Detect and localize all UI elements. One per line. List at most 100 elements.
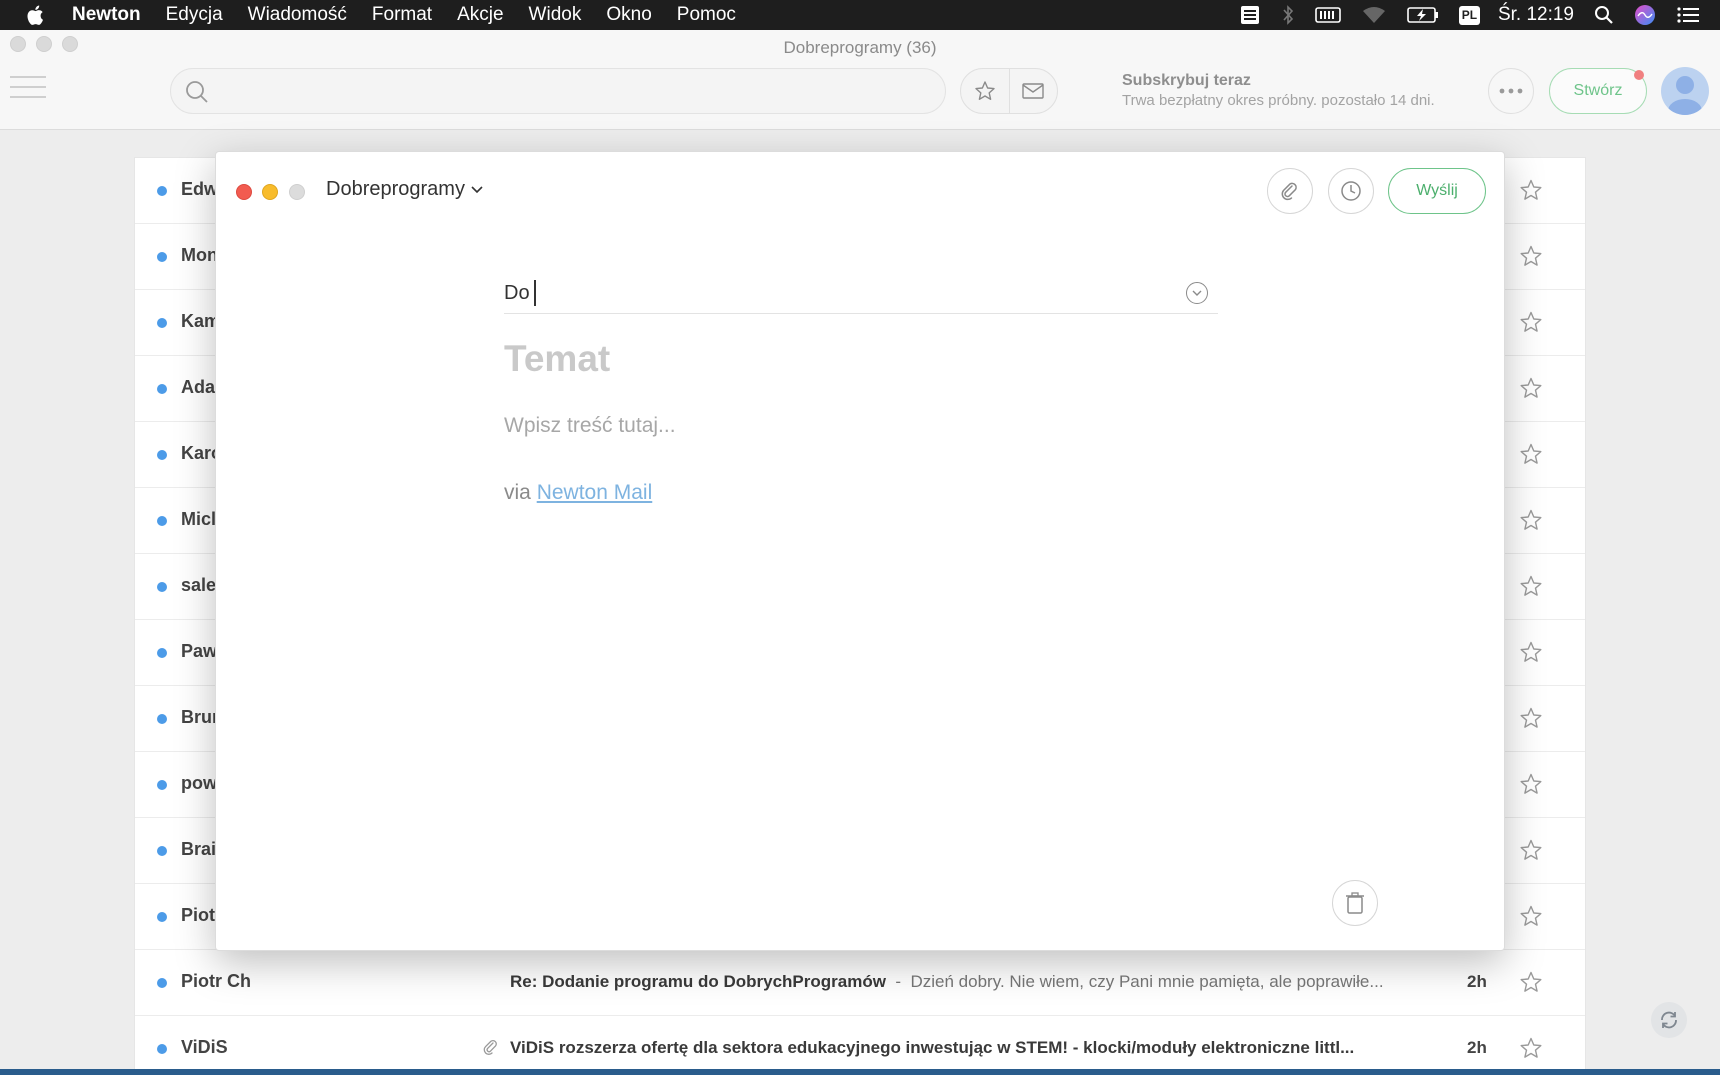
expand-recipients-button[interactable] xyxy=(1186,282,1208,304)
star-toggle-icon[interactable] xyxy=(1519,508,1543,537)
message-row[interactable]: ViDiS ViDiS rozszerza ofertę dla sektora … xyxy=(135,1016,1585,1075)
menu-bar: Newton Edycja Wiadomość Format Akcje Wid… xyxy=(0,0,1720,30)
message-sender: Mon xyxy=(181,245,218,265)
search-bar[interactable] xyxy=(170,68,946,114)
signature-prefix: via xyxy=(504,481,531,504)
unread-dot xyxy=(157,912,167,922)
menu-window[interactable]: Okno xyxy=(606,4,651,26)
filter-group xyxy=(960,68,1058,114)
discard-draft-button[interactable] xyxy=(1332,880,1378,926)
unread-dot xyxy=(157,1044,167,1054)
message-sender: Edw xyxy=(181,179,219,199)
send-button[interactable]: Wyślij xyxy=(1388,168,1486,214)
siri-icon[interactable] xyxy=(1634,4,1656,26)
mail-icon xyxy=(1022,83,1045,99)
notes-icon[interactable] xyxy=(1239,5,1261,25)
refresh-icon xyxy=(1661,1011,1677,1029)
star-toggle-icon[interactable] xyxy=(1519,970,1543,999)
message-sender: ViDiS xyxy=(181,1037,228,1057)
attachment-icon xyxy=(483,1039,499,1062)
message-preview-separator: - xyxy=(885,972,911,991)
account-name: Dobreprogramy xyxy=(326,178,465,200)
compose-button[interactable]: Stwórz xyxy=(1549,68,1647,114)
unread-filter-button[interactable] xyxy=(1008,69,1057,113)
subject-field[interactable]: Temat xyxy=(504,338,610,380)
compose-minimize-button[interactable] xyxy=(262,184,278,200)
compose-zoom-button[interactable] xyxy=(289,184,305,200)
window-toolbar: Dobreprogramy (36) Subskrybuj teraz Trwa… xyxy=(0,30,1720,130)
desktop-background xyxy=(0,1069,1720,1075)
menu-message[interactable]: Wiadomość xyxy=(248,4,347,26)
notification-center-icon[interactable] xyxy=(1676,6,1700,24)
message-sender: Piot xyxy=(181,905,215,925)
menubar-clock[interactable]: Śr. 12:19 xyxy=(1498,4,1574,26)
unread-dot xyxy=(157,846,167,856)
message-time: 2h xyxy=(1467,972,1487,991)
attach-button[interactable] xyxy=(1267,168,1313,214)
star-toggle-icon[interactable] xyxy=(1519,772,1543,801)
starred-filter-button[interactable] xyxy=(961,69,1009,113)
star-toggle-icon[interactable] xyxy=(1519,574,1543,603)
paperclip-icon xyxy=(1281,182,1297,201)
subscribe-subtitle: Trwa bezpłatny okres próbny. pozostało 1… xyxy=(1122,92,1435,109)
star-toggle-icon[interactable] xyxy=(1519,376,1543,405)
star-toggle-icon[interactable] xyxy=(1519,442,1543,471)
unread-dot xyxy=(157,780,167,790)
star-toggle-icon[interactable] xyxy=(1519,178,1543,207)
to-input[interactable] xyxy=(540,276,1160,308)
unread-dot xyxy=(157,252,167,262)
more-options-button[interactable] xyxy=(1488,68,1534,114)
message-sender: Ada xyxy=(181,377,216,397)
notification-dot xyxy=(1634,70,1644,80)
status-area: PL Śr. 12:19 xyxy=(1219,0,1720,30)
wifi-icon[interactable] xyxy=(1361,5,1387,25)
message-subject: Re: Dodanie programu do DobrychProgramów xyxy=(510,972,886,991)
user-avatar[interactable] xyxy=(1661,67,1709,115)
menu-format[interactable]: Format xyxy=(372,4,432,26)
star-toggle-icon[interactable] xyxy=(1519,244,1543,273)
newton-mail-link[interactable]: Newton Mail xyxy=(537,481,653,504)
sidebar-menu-icon[interactable] xyxy=(10,76,46,104)
subscribe-title: Subskrybuj teraz xyxy=(1122,72,1251,89)
message-summary: ViDiS rozszerza ofertę dla sektora eduka… xyxy=(510,1038,1420,1058)
memory-icon[interactable] xyxy=(1315,6,1341,24)
subscription-banner[interactable]: Subskrybuj teraz Trwa bezpłatny okres pr… xyxy=(1122,72,1435,109)
menu-help[interactable]: Pomoc xyxy=(677,4,736,26)
message-subject: ViDiS rozszerza ofertę dla sektora eduka… xyxy=(510,1038,1355,1057)
battery-icon[interactable] xyxy=(1407,6,1439,24)
star-toggle-icon[interactable] xyxy=(1519,1036,1543,1065)
message-sender: pow xyxy=(181,773,217,793)
body-editor[interactable]: Wpisz treść tutaj... xyxy=(504,414,676,438)
unread-dot xyxy=(157,648,167,658)
menu-view[interactable]: Widok xyxy=(529,4,582,26)
apple-icon[interactable] xyxy=(26,4,52,26)
spotlight-search-icon[interactable] xyxy=(1594,5,1614,25)
message-sender: Micl xyxy=(181,509,217,529)
star-toggle-icon[interactable] xyxy=(1519,310,1543,339)
message-sender: Piotr Ch xyxy=(181,971,251,991)
account-selector[interactable]: Dobreprogramy xyxy=(326,178,483,201)
star-toggle-icon[interactable] xyxy=(1519,838,1543,867)
unread-dot xyxy=(157,582,167,592)
search-icon xyxy=(185,80,209,109)
message-row[interactable]: Piotr Ch Re: Dodanie programu do DobrychP… xyxy=(135,950,1585,1016)
star-toggle-icon[interactable] xyxy=(1519,640,1543,669)
schedule-send-button[interactable] xyxy=(1328,168,1374,214)
message-time: 2h xyxy=(1467,1038,1487,1057)
unread-dot xyxy=(157,714,167,724)
menu-app-name[interactable]: Newton xyxy=(72,4,141,26)
compose-close-button[interactable] xyxy=(236,184,252,200)
chevron-down-icon xyxy=(1192,290,1202,296)
more-dots-icon xyxy=(1499,88,1523,94)
unread-dot xyxy=(157,318,167,328)
menu-edit[interactable]: Edycja xyxy=(166,4,223,26)
unread-dot xyxy=(157,450,167,460)
menu-actions[interactable]: Akcje xyxy=(457,4,503,26)
input-source-badge[interactable]: PL xyxy=(1458,5,1480,25)
search-input[interactable] xyxy=(221,77,921,105)
star-toggle-icon[interactable] xyxy=(1519,904,1543,933)
bluetooth-icon[interactable] xyxy=(1281,4,1295,26)
trash-icon xyxy=(1346,892,1364,914)
refresh-button[interactable] xyxy=(1651,1002,1687,1038)
star-toggle-icon[interactable] xyxy=(1519,706,1543,735)
